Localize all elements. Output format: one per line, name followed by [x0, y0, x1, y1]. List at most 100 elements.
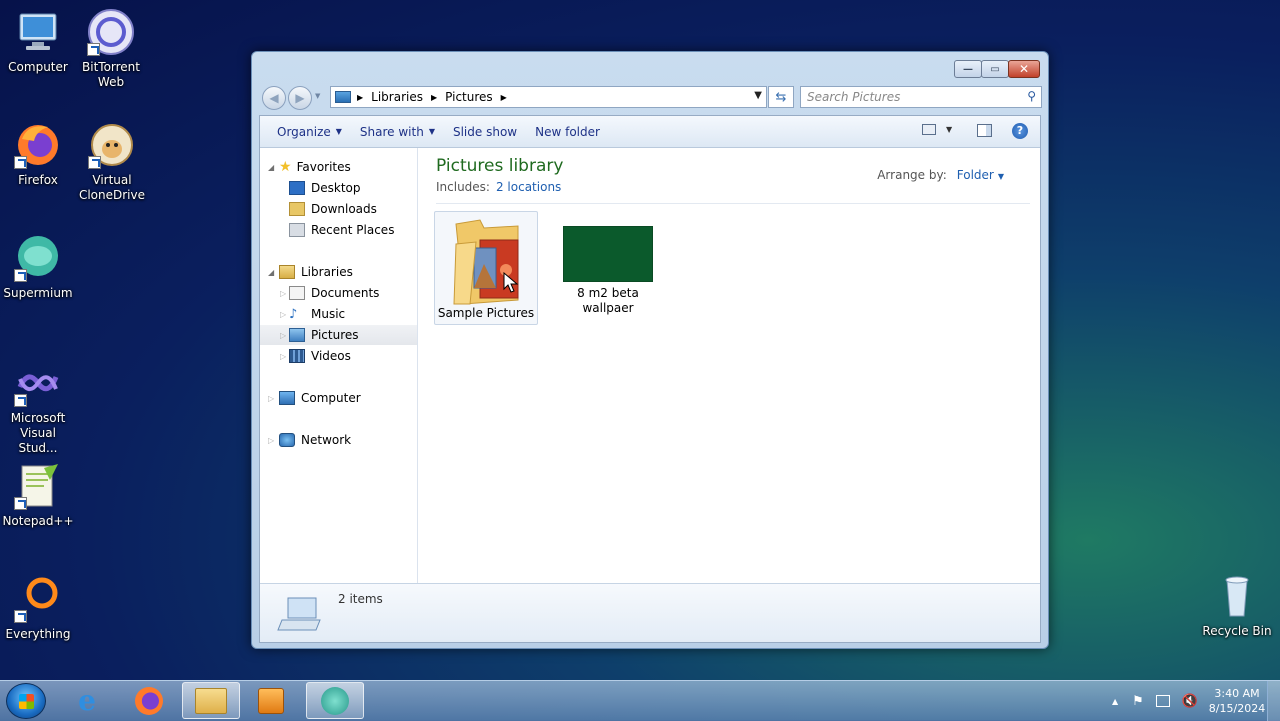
- recent-pages-chevron-icon[interactable]: ▼: [315, 92, 320, 100]
- file-item-wallpaper[interactable]: 8 m2 beta wallpaer: [556, 226, 660, 316]
- desktop-icon-firefox[interactable]: Firefox: [0, 121, 76, 188]
- nav-desktop[interactable]: Desktop: [260, 178, 417, 198]
- search-icon[interactable]: ⚲: [1027, 89, 1036, 103]
- desktop-icon-label: Microsoft Visual Stud...: [10, 411, 66, 455]
- share-with-button[interactable]: Share with ▼: [360, 125, 435, 139]
- show-hidden-icons-icon[interactable]: ▲: [1112, 697, 1118, 706]
- new-folder-button[interactable]: New folder: [535, 125, 600, 139]
- search-box[interactable]: ⚲: [800, 86, 1042, 108]
- chevron-down-icon: ▼: [428, 127, 435, 136]
- forward-button[interactable]: ▶: [288, 86, 312, 110]
- shortcut-arrow-icon: [14, 156, 27, 169]
- command-bar: Organize ▼ Share with ▼ Slide show New fol…: [260, 116, 1040, 148]
- collapsed-triangle-icon[interactable]: ▷: [280, 331, 286, 340]
- close-button[interactable]: ✕: [1008, 60, 1040, 78]
- start-button[interactable]: [6, 683, 46, 719]
- refresh-icon: ⇆: [775, 89, 787, 105]
- taskbar-windows-explorer[interactable]: [182, 682, 240, 719]
- network-tray-icon[interactable]: [1155, 695, 1170, 707]
- minimize-button[interactable]: —: [954, 60, 982, 78]
- desktop-icon-recycle-bin[interactable]: Recycle Bin: [1199, 572, 1275, 639]
- recycle-bin-icon: [1213, 572, 1261, 620]
- arrange-dropdown[interactable]: Folder: [957, 168, 994, 182]
- collapsed-triangle-icon[interactable]: ▷: [280, 352, 286, 361]
- slide-show-button[interactable]: Slide show: [453, 125, 517, 139]
- libraries-icon: [279, 265, 295, 279]
- shortcut-arrow-icon: [87, 43, 100, 56]
- chevron-down-icon[interactable]: ▼: [998, 172, 1004, 181]
- share-with-label: Share with: [359, 124, 424, 139]
- explorer-body: Organize ▼ Share with ▼ Slide show New fol…: [259, 115, 1041, 643]
- folder-icon: [195, 687, 227, 714]
- taskbar-supermium[interactable]: [306, 682, 364, 719]
- nav-favorites[interactable]: ◢ ★ Favorites: [260, 157, 417, 177]
- nav-music[interactable]: ▷ ♪ Music: [260, 304, 417, 324]
- address-bar[interactable]: ▶ Libraries ▶ Pictures ▶ ▼: [330, 86, 767, 108]
- file-item-sample-pictures[interactable]: Sample Pictures: [434, 211, 538, 325]
- nav-computer[interactable]: ▷ Computer: [260, 388, 417, 408]
- maximize-button[interactable]: ▭: [981, 60, 1009, 78]
- shortcut-arrow-icon: [14, 610, 27, 623]
- breadcrumb-libraries[interactable]: Libraries: [371, 90, 423, 104]
- nav-network[interactable]: ▷ Network: [260, 430, 417, 450]
- collapsed-triangle-icon[interactable]: ▷: [268, 394, 274, 403]
- nav-libraries[interactable]: ◢ Libraries: [260, 262, 417, 282]
- address-row: ◀ ▶ ▼ ▶ Libraries ▶ Pictures ▶ ▼ ⇆ ⚲: [260, 84, 1042, 110]
- file-list-pane[interactable]: Pictures library Includes: 2 locations Ar…: [418, 148, 1040, 584]
- desktop-icon-supermium[interactable]: Supermium: [0, 234, 76, 301]
- collapsed-triangle-icon[interactable]: ▷: [268, 436, 274, 445]
- maximize-icon: ▭: [990, 63, 1000, 75]
- breadcrumb-arrow-icon[interactable]: ▶: [501, 93, 507, 102]
- taskbar-media-player[interactable]: [242, 682, 300, 719]
- change-view-icon[interactable]: [922, 124, 936, 135]
- view-dropdown-icon[interactable]: ▼: [946, 125, 952, 134]
- clock[interactable]: 3:40 AM 8/15/2024: [1208, 686, 1266, 716]
- library-folder-icon: [335, 91, 351, 103]
- preview-pane-icon[interactable]: [977, 124, 992, 137]
- videos-icon: [289, 349, 305, 363]
- action-center-flag-icon[interactable]: ⚑: [1132, 694, 1144, 709]
- desktop-icon-bittorrent[interactable]: BitTorrent Web: [73, 8, 149, 90]
- desktop-icon-notepadpp[interactable]: Notepad++: [0, 462, 76, 529]
- volume-muted-icon[interactable]: 🔇: [1182, 694, 1198, 709]
- explorer-window[interactable]: — ▭ ✕ ◀ ▶ ▼ ▶ Libraries ▶ Pictures ▶ ▼ ⇆…: [251, 51, 1049, 649]
- nav-label: Desktop: [311, 181, 361, 195]
- taskbar-firefox[interactable]: [120, 682, 178, 719]
- desktop-icon-label: Supermium: [3, 286, 73, 300]
- chevron-down-icon: ▼: [335, 127, 342, 136]
- address-dropdown-icon[interactable]: ▼: [754, 90, 762, 101]
- expanded-triangle-icon[interactable]: ◢: [268, 163, 274, 172]
- includes-label: Includes:: [436, 180, 490, 194]
- back-button[interactable]: ◀: [262, 86, 286, 110]
- desktop-icon-computer[interactable]: Computer: [0, 8, 76, 75]
- nav-recent-places[interactable]: Recent Places: [260, 220, 417, 240]
- nav-documents[interactable]: ▷ Documents: [260, 283, 417, 303]
- internet-explorer-icon: e: [78, 684, 96, 717]
- collapsed-triangle-icon[interactable]: ▷: [280, 310, 286, 319]
- nav-downloads[interactable]: Downloads: [260, 199, 417, 219]
- nav-pictures[interactable]: ▷ Pictures: [260, 325, 417, 345]
- help-icon[interactable]: ?: [1012, 123, 1028, 139]
- notepadpp-icon: [14, 462, 62, 510]
- desktop-icon-label: Computer: [8, 60, 68, 74]
- taskbar-internet-explorer[interactable]: e: [58, 682, 116, 719]
- refresh-button[interactable]: ⇆: [768, 86, 794, 108]
- desktop-icon: [289, 181, 305, 195]
- breadcrumb-arrow-icon[interactable]: ▶: [357, 93, 363, 102]
- desktop-icon-virtual-clonedrive[interactable]: Virtual CloneDrive: [74, 121, 150, 203]
- search-input[interactable]: [807, 90, 1007, 104]
- nav-videos[interactable]: ▷ Videos: [260, 346, 417, 366]
- expanded-triangle-icon[interactable]: ◢: [268, 268, 274, 277]
- windows-logo-icon: [19, 694, 34, 709]
- organize-button[interactable]: Organize ▼: [277, 125, 342, 139]
- breadcrumb-pictures[interactable]: Pictures: [445, 90, 493, 104]
- library-includes: Includes: 2 locations: [436, 180, 563, 194]
- nav-label: Network: [301, 433, 352, 447]
- collapsed-triangle-icon[interactable]: ▷: [280, 289, 286, 298]
- desktop-icon-visual-studio[interactable]: Microsoft Visual Stud...: [0, 359, 76, 456]
- desktop-icon-label: Virtual CloneDrive: [78, 173, 146, 202]
- show-desktop-button[interactable]: [1267, 681, 1280, 721]
- desktop-icon-everything[interactable]: Everything: [0, 575, 76, 642]
- locations-link[interactable]: 2 locations: [496, 180, 561, 194]
- breadcrumb-arrow-icon[interactable]: ▶: [431, 93, 437, 102]
